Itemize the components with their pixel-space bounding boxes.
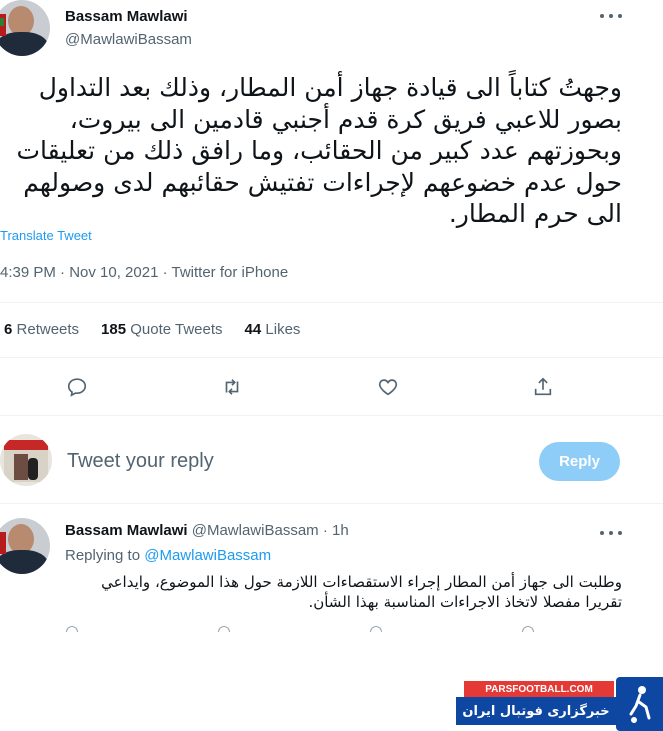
likes-stat[interactable]: 44 Likes [245, 321, 301, 338]
tweet-stats: 6 Retweets 185 Quote Tweets 44 Likes [4, 321, 322, 338]
tweet-timestamp[interactable]: 4:39 PM · Nov 10, 2021 · Twitter for iPh… [0, 264, 288, 281]
more-options-icon[interactable] [600, 8, 622, 24]
reply-button[interactable]: Reply [539, 442, 620, 481]
watermark-site: PARSFOOTBALL.COM [464, 681, 614, 697]
reply-tweet-text: وطلبت الى جهاز أمن المطار إجراء الاستقصا… [101, 573, 622, 611]
reply-actions-partial [60, 626, 620, 632]
reply-input[interactable]: Tweet your reply [67, 450, 214, 473]
replying-to: Replying to @MawlawiBassam [65, 547, 272, 564]
author-name[interactable]: Bassam Mawlawi [65, 8, 188, 25]
quote-tweets-stat[interactable]: 185 Quote Tweets [101, 321, 222, 338]
divider [0, 357, 663, 358]
watermark-tagline: خبرگزاری فوتبال ایران [456, 697, 616, 725]
author-avatar[interactable] [0, 0, 50, 56]
divider [0, 503, 663, 504]
like-icon[interactable] [377, 376, 399, 398]
reply-author-name[interactable]: Bassam Mawlawi [65, 522, 188, 539]
reply-author-avatar[interactable] [0, 518, 50, 574]
reply-author-meta[interactable]: @MawlawiBassam · 1h [192, 522, 349, 539]
divider [0, 302, 663, 303]
share-icon[interactable] [532, 376, 554, 398]
tweet-text: وجهتُ كتاباً الى قيادة جهاز أمن المطار، … [16, 73, 623, 228]
author-handle[interactable]: @MawlawiBassam [65, 31, 192, 48]
reply-more-options-icon[interactable] [600, 525, 622, 541]
footballer-icon [616, 677, 663, 731]
translate-tweet-link[interactable]: Translate Tweet [0, 228, 92, 243]
user-avatar[interactable] [0, 434, 52, 486]
reply-icon[interactable] [66, 376, 88, 398]
watermark: PARSFOOTBALL.COM خبرگزاری فوتبال ایران [456, 677, 663, 731]
retweets-stat[interactable]: 6 Retweets [4, 321, 79, 338]
reply-header: Bassam Mawlawi @MawlawiBassam · 1h [65, 522, 349, 539]
replying-to-mention[interactable]: @MawlawiBassam [144, 547, 271, 564]
retweet-icon[interactable] [221, 376, 243, 398]
divider [0, 415, 663, 416]
